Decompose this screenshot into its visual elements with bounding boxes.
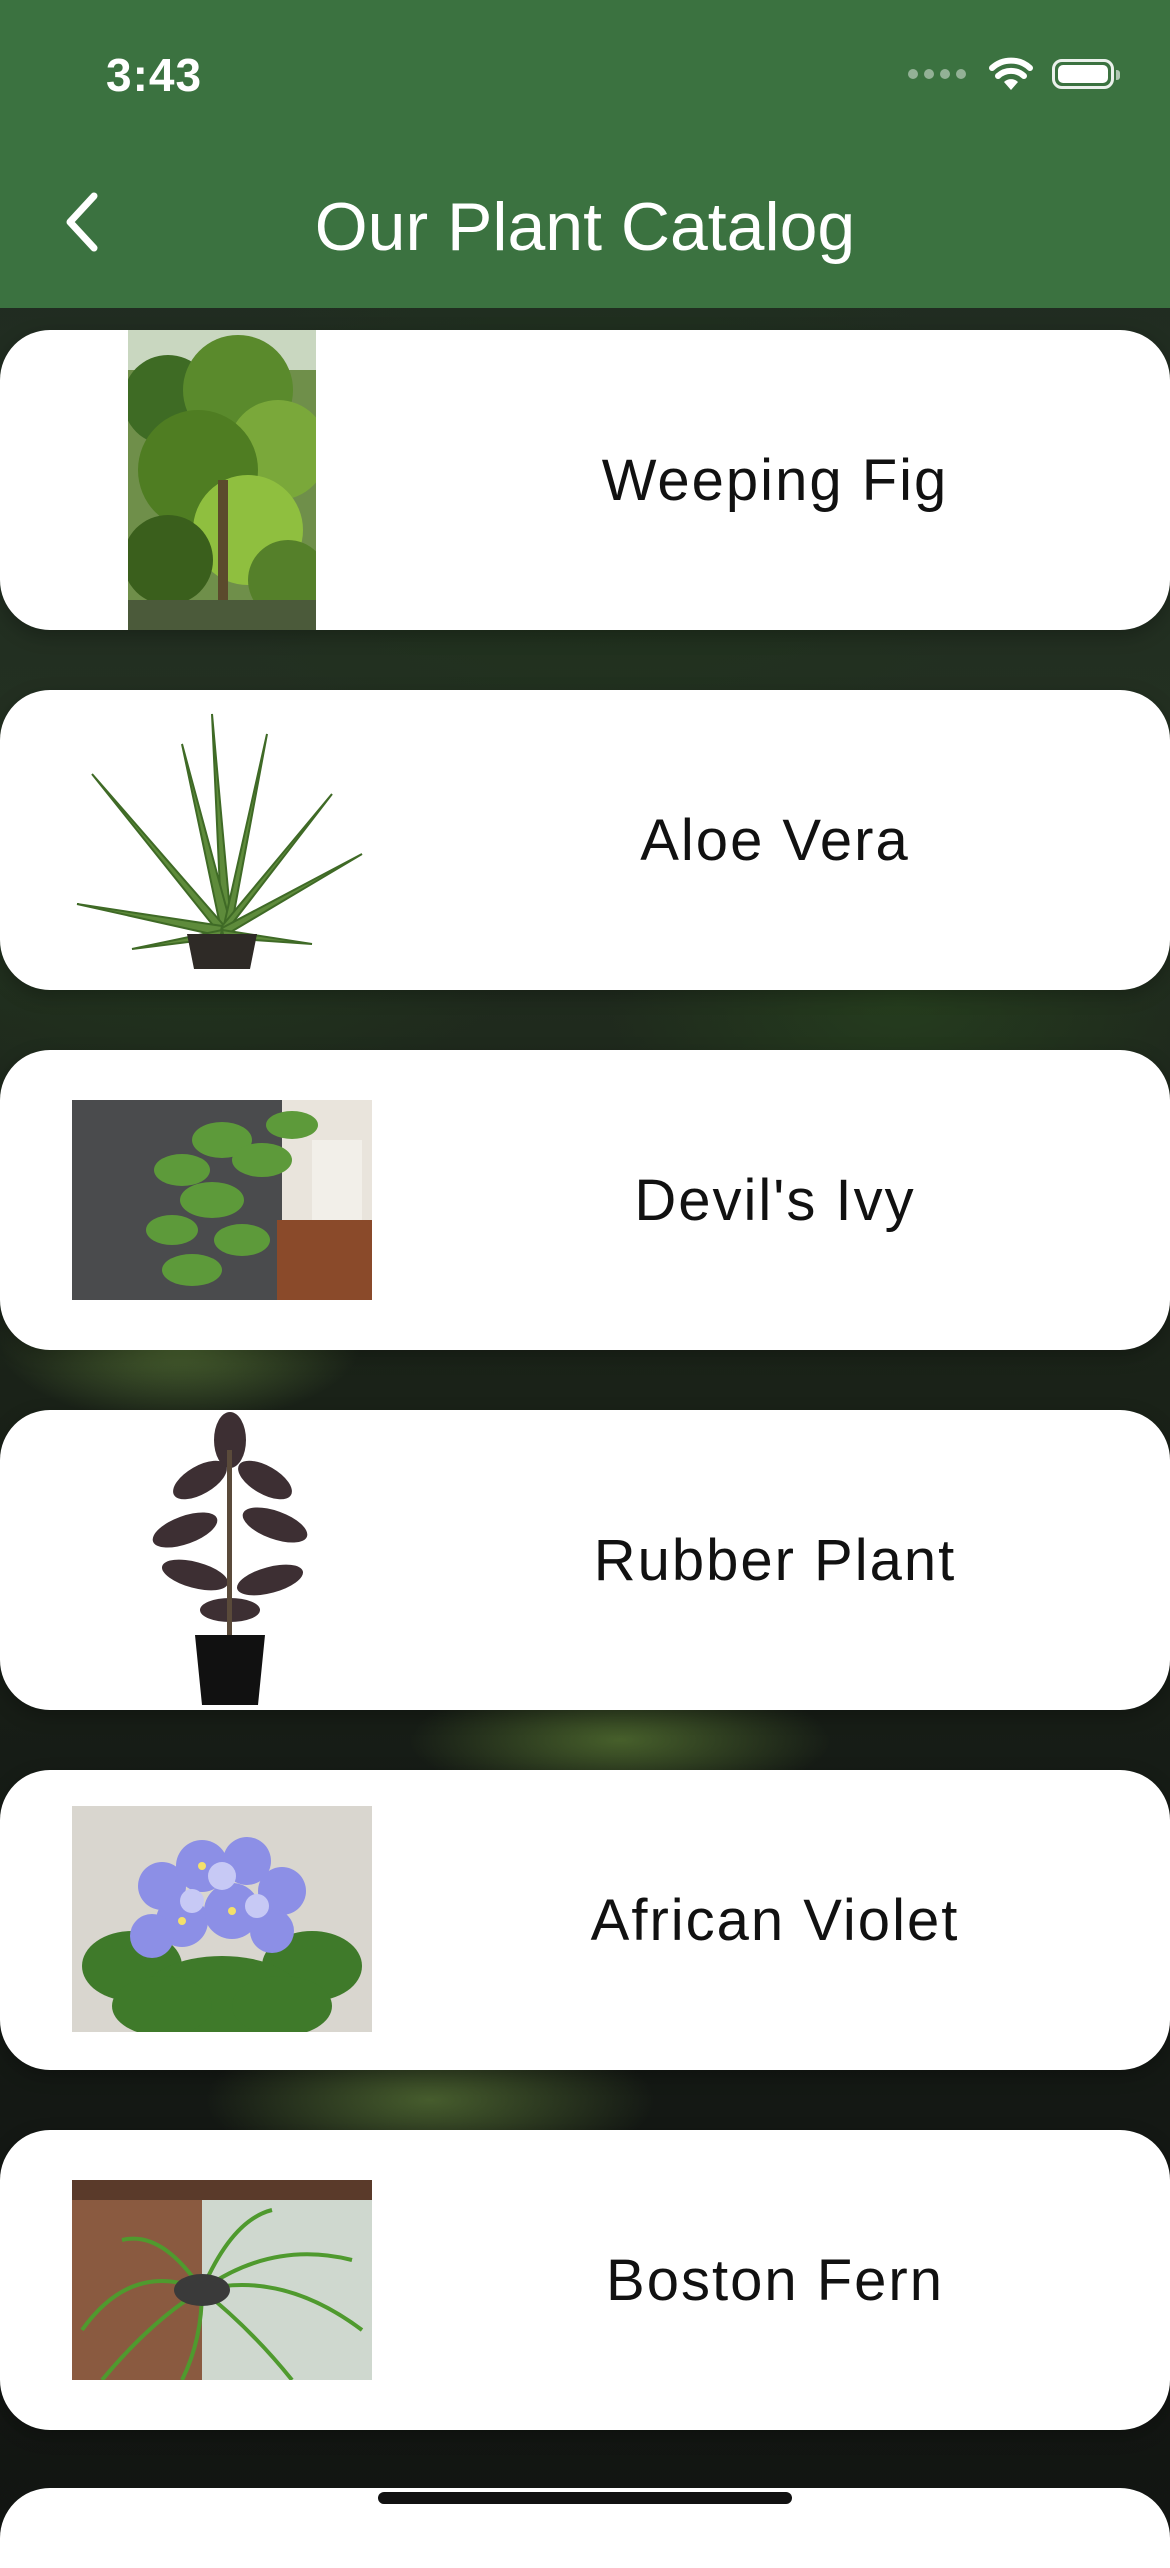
plant-name: African Violet [590,1887,960,1953]
plant-card-aloe-vera[interactable]: Aloe Vera [0,690,1170,990]
plant-card-boston-fern[interactable]: Boston Fern [0,2130,1170,2430]
plant-thumbnail [130,1410,330,1710]
plant-name: Devil's Ivy [634,1167,916,1233]
nav-header: 3:43 Our Plant Catalog [0,0,1170,308]
plant-name: Boston Fern [606,2247,944,2313]
plant-card-rubber-plant[interactable]: Rubber Plant [0,1410,1170,1710]
page-title: Our Plant Catalog [314,189,856,265]
plant-thumbnail [72,2180,372,2380]
wifi-icon [989,57,1033,90]
plant-thumbnail [72,1806,372,2032]
plant-name: Aloe Vera [640,807,910,873]
plant-thumbnail [72,1100,372,1300]
plant-card-african-violet[interactable]: African Violet [0,1770,1170,2070]
plant-thumbnail [128,330,316,630]
plant-thumbnail [72,704,372,974]
cellular-signal-icon [908,69,966,79]
plant-card-devils-ivy[interactable]: Devil's Ivy [0,1050,1170,1350]
plant-name: Weeping Fig [601,447,949,513]
status-icons [908,52,1120,96]
home-indicator[interactable] [378,2492,792,2504]
plant-card-weeping-fig[interactable]: Weeping Fig [0,330,1170,630]
battery-icon [1052,59,1120,89]
status-time: 3:43 [106,49,203,101]
plant-name: Rubber Plant [593,1527,957,1593]
